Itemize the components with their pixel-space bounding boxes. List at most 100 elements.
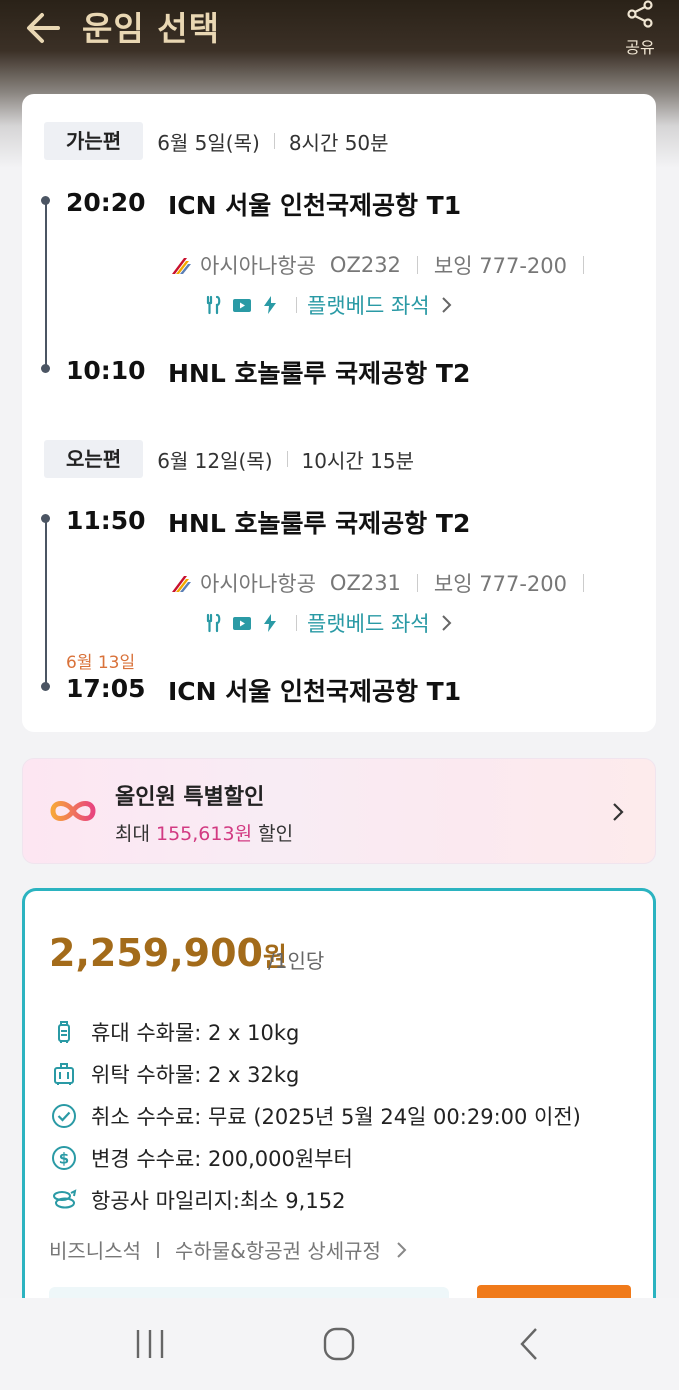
svg-text:$: $ <box>59 1150 69 1168</box>
outbound-depart-airport: ICN 서울 인천국제공항 T1 <box>168 191 462 220</box>
rule-text: 취소 수수료: 무료 (2025년 5월 24일 00:29:00 이전) <box>91 1105 581 1129</box>
rule-checked-bag: 위탁 수하물: 2 x 32kg <box>51 1059 299 1089</box>
rule-mileage: 항공사 마일리지:최소 9,152 <box>51 1185 345 1215</box>
divider <box>286 451 288 467</box>
outbound-timeline <box>45 200 47 368</box>
divider <box>582 574 584 592</box>
chevron-right-icon <box>441 615 452 631</box>
meal-icon <box>206 613 221 633</box>
inbound-airline: 아시아나항공 <box>200 572 316 596</box>
chevron-right-icon <box>397 1241 407 1258</box>
allinone-discount-banner[interactable]: 올인원 특별할인 최대 155,613원 할인 <box>22 758 656 864</box>
seat-type-label: 플랫베드 좌석 <box>307 612 430 636</box>
cabin-class: 비즈니스석 <box>49 1239 141 1263</box>
recent-apps-button[interactable] <box>130 1326 170 1362</box>
rule-carry-on: 휴대 수화물: 2 x 10kg <box>51 1017 299 1047</box>
asiana-logo-icon <box>172 258 191 274</box>
outbound-flight-no: OZ232 <box>329 253 401 277</box>
inbound-seat-link[interactable]: 플랫베드 좌석 <box>307 608 456 638</box>
app-header: 운임 선택 공유 <box>0 0 679 80</box>
promo-amount: 155,613원 <box>156 823 253 845</box>
inbound-flight-no: OZ231 <box>329 571 401 595</box>
inbound-aircraft: 보잉 777-200 <box>433 572 567 596</box>
inbound-depart-time: 11:50 <box>66 506 146 535</box>
fare-option-card[interactable]: 2,259,900원 /1인당 휴대 수화물: 2 x 10kg 위탁 수하물:… <box>22 888 656 1328</box>
promo-suffix: 할인 <box>252 823 294 845</box>
inbound-arrive-airport: ICN 서울 인천국제공항 T1 <box>168 677 462 706</box>
recent-apps-icon <box>136 1330 164 1358</box>
inbound-duration: 10시간 15분 <box>301 448 415 473</box>
fare-price: 2,259,900원 <box>49 931 287 975</box>
home-button[interactable] <box>319 1326 359 1362</box>
chevron-left-icon <box>520 1328 537 1360</box>
chevron-right-icon <box>613 803 624 821</box>
per-person-label: /1인당 <box>268 949 325 973</box>
share-label: 공유 <box>625 38 655 57</box>
share-icon <box>627 0 653 28</box>
outbound-header: 가는편 6월 5일(목) 8시간 50분 <box>44 122 389 160</box>
outbound-seat-link[interactable]: 플랫베드 좌석 <box>307 290 456 320</box>
divider <box>582 256 584 274</box>
price-amount: 2,259,900 <box>49 931 263 975</box>
inbound-amenity-row: 플랫베드 좌석 <box>204 610 456 636</box>
timeline-dot <box>41 514 50 523</box>
divider <box>296 297 297 313</box>
inbound-arrive-date-note: 6월 13일 <box>66 653 136 673</box>
dollar-circle-icon: $ <box>52 1146 76 1170</box>
promo-title: 올인원 특별할인 <box>115 785 265 810</box>
share-button[interactable]: 공유 <box>618 0 662 60</box>
outbound-depart-time: 20:20 <box>66 188 146 217</box>
back-button[interactable] <box>22 6 66 50</box>
divider <box>416 256 418 274</box>
entertainment-icon <box>233 617 251 630</box>
promo-prefix: 최대 <box>115 823 156 845</box>
timeline-dot <box>41 682 50 691</box>
divider <box>296 615 297 631</box>
inbound-label: 오는편 <box>44 440 144 478</box>
infinity-icon <box>50 801 96 821</box>
checked-bag-icon <box>54 1063 74 1085</box>
rule-text: 변경 수수료: 200,000원부터 <box>91 1147 353 1171</box>
outbound-arrive-airport: HNL 호놀룰루 국제공항 T2 <box>168 359 471 388</box>
inbound-airline-row: 아시아나항공 OZ231 보잉 777-200 <box>170 568 600 598</box>
entertainment-icon <box>233 299 251 312</box>
system-nav-bar <box>0 1298 679 1390</box>
chevron-right-icon <box>441 297 452 313</box>
check-circle-icon <box>52 1104 76 1128</box>
rule-text: 휴대 수화물: 2 x 10kg <box>91 1021 300 1045</box>
outbound-airline-row: 아시아나항공 OZ232 보잉 777-200 <box>170 250 600 280</box>
timeline-dot <box>41 364 50 373</box>
rule-text: 위탁 수하물: 2 x 32kg <box>91 1063 300 1087</box>
inbound-depart-airport: HNL 호놀룰루 국제공항 T2 <box>168 509 471 538</box>
divider <box>416 574 418 592</box>
rule-change-fee: $ 변경 수수료: 200,000원부터 <box>51 1143 353 1173</box>
fare-rules-link[interactable]: 수하물&항공권 상세규정 <box>175 1235 411 1264</box>
outbound-date: 6월 5일(목) <box>157 130 260 155</box>
rule-text: 항공사 마일리지:최소 9,152 <box>91 1189 346 1213</box>
page-title: 운임 선택 <box>82 9 220 48</box>
outbound-amenity-row: 플랫베드 좌석 <box>204 292 456 318</box>
fare-footer: 비즈니스석 수하물&항공권 상세규정 <box>49 1235 411 1264</box>
seat-type-label: 플랫베드 좌석 <box>307 294 430 318</box>
carry-on-bag-icon <box>58 1021 70 1043</box>
fare-rules-link-label: 수하물&항공권 상세규정 <box>175 1239 381 1263</box>
inbound-arrive-time: 17:05 <box>66 674 146 703</box>
power-outlet-icon <box>264 296 276 314</box>
outbound-label: 가는편 <box>44 122 144 160</box>
promo-subtitle: 최대 155,613원 할인 <box>115 819 293 846</box>
inbound-header: 오는편 6월 12일(목) 10시간 15분 <box>44 440 414 478</box>
mileage-icon <box>53 1189 77 1209</box>
arrow-left-icon <box>27 13 60 43</box>
asiana-logo-icon <box>172 576 191 592</box>
system-back-button[interactable] <box>510 1326 550 1362</box>
outbound-duration: 8시간 50분 <box>288 130 389 155</box>
itinerary-card: 가는편 6월 5일(목) 8시간 50분 20:20 ICN 서울 인천국제공항… <box>22 94 656 732</box>
rule-cancel-fee: 취소 수수료: 무료 (2025년 5월 24일 00:29:00 이전) <box>51 1101 581 1131</box>
inbound-timeline <box>45 518 47 686</box>
outbound-arrive-time: 10:10 <box>66 356 146 385</box>
power-outlet-icon <box>264 614 276 632</box>
home-icon <box>323 1327 355 1361</box>
meal-icon <box>206 295 221 315</box>
outbound-airline: 아시아나항공 <box>200 254 316 278</box>
inbound-date: 6월 12일(목) <box>157 448 273 473</box>
